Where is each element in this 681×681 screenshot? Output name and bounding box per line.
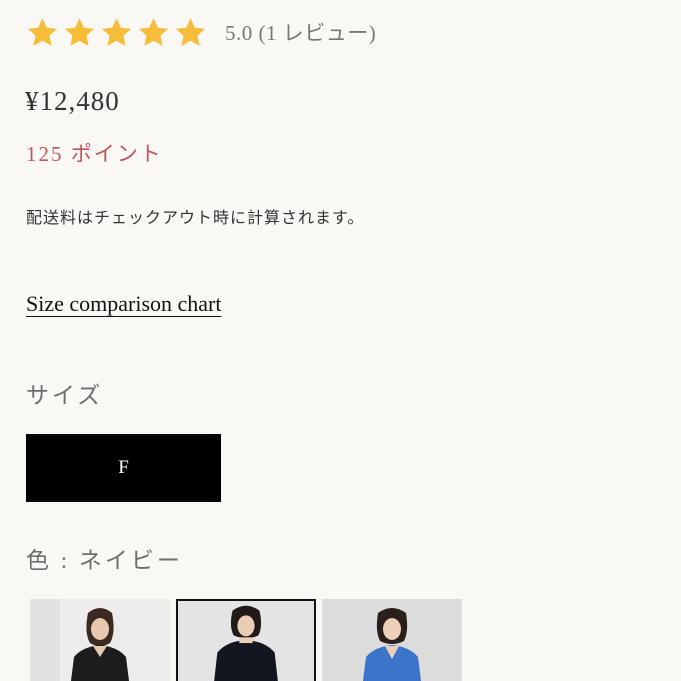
- size-option-label: F: [118, 457, 129, 478]
- star-icon: [27, 17, 58, 46]
- star-rating: [26, 16, 207, 49]
- star-icon: [64, 17, 95, 46]
- swatch-photo-black: [30, 599, 170, 681]
- size-option-f[interactable]: F: [26, 434, 221, 502]
- color-swatches: [30, 599, 462, 681]
- star-icon: [175, 17, 206, 46]
- color-label: 色 : ネイビー: [26, 548, 183, 573]
- size-comparison-chart-link[interactable]: Size comparison chart: [26, 291, 222, 317]
- star-icon: [101, 17, 132, 46]
- swatch-photo-navy: [179, 601, 313, 681]
- reward-points: 125 ポイント: [26, 142, 163, 166]
- size-label: サイズ: [26, 383, 104, 408]
- color-swatch-black[interactable]: [30, 599, 170, 681]
- review-count-link[interactable]: 5.0 (1 レビュー): [225, 17, 376, 47]
- star-icon: [138, 17, 169, 46]
- color-swatch-blue[interactable]: [322, 599, 462, 681]
- shipping-note: 配送料はチェックアウト時に計算されます。: [26, 210, 365, 227]
- swatch-photo-blue: [322, 599, 462, 681]
- rating-row: 5.0 (1 レビュー): [26, 14, 376, 50]
- product-info-panel: 5.0 (1 レビュー) ¥12,480 125 ポイント 配送料はチェックアウ…: [0, 0, 681, 681]
- color-swatch-navy[interactable]: [176, 599, 316, 681]
- product-price: ¥12,480: [25, 86, 120, 116]
